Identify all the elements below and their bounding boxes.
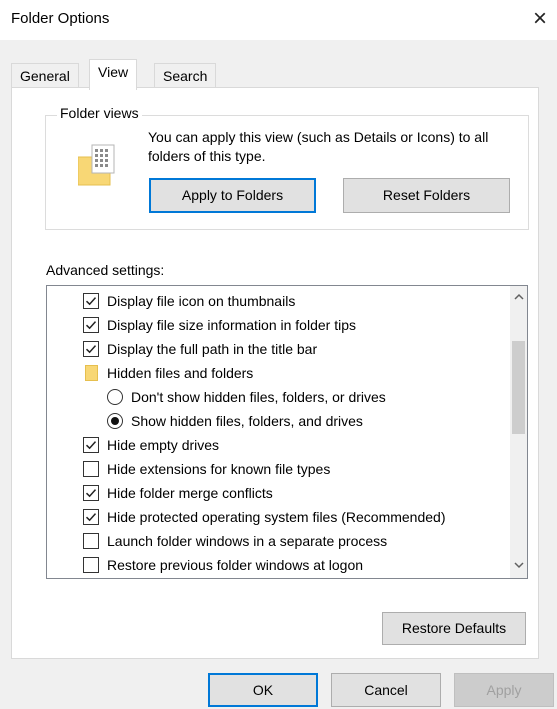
list-item-label: Display file size information in folder … bbox=[107, 317, 356, 333]
folder-views-icon bbox=[77, 143, 122, 187]
list-item[interactable]: Hide protected operating system files (R… bbox=[47, 505, 507, 529]
list-item-label: Show hidden files, folders, and drives bbox=[131, 413, 363, 429]
list-item-label: Display file icon on thumbnails bbox=[107, 293, 296, 309]
checkbox-unchecked[interactable] bbox=[83, 461, 99, 477]
folder-icon bbox=[85, 365, 98, 381]
radio-unselected[interactable] bbox=[107, 389, 123, 405]
checkbox-unchecked[interactable] bbox=[83, 533, 99, 549]
list-item[interactable]: Restore previous folder windows at logon bbox=[47, 553, 507, 577]
list-item-label: Hidden files and folders bbox=[107, 365, 254, 381]
close-icon[interactable]: × bbox=[533, 4, 547, 34]
tab-view[interactable]: View bbox=[89, 59, 138, 90]
tab-general[interactable]: General bbox=[11, 63, 79, 89]
checkbox-checked[interactable] bbox=[83, 485, 99, 501]
list-item[interactable]: Show hidden files, folders, and drives bbox=[47, 409, 507, 433]
restore-defaults-button[interactable]: Restore Defaults bbox=[382, 612, 526, 645]
advanced-settings-list[interactable]: Display file icon on thumbnails Display … bbox=[46, 285, 528, 579]
checkbox-checked[interactable] bbox=[83, 293, 99, 309]
list-item[interactable]: Display file icon on thumbnails bbox=[47, 289, 507, 313]
list-item-label: Hide empty drives bbox=[107, 437, 220, 453]
list-item-label: Hide folder merge conflicts bbox=[107, 485, 273, 501]
scrollbar-thumb[interactable] bbox=[512, 341, 525, 434]
list-item[interactable]: Hide extensions for known file types bbox=[47, 457, 507, 481]
chevron-up-icon[interactable] bbox=[510, 290, 527, 307]
tab-search[interactable]: Search bbox=[154, 63, 217, 89]
list-item[interactable]: Don't show hidden files, folders, or dri… bbox=[47, 385, 507, 409]
checkbox-checked[interactable] bbox=[83, 341, 99, 357]
list-item-label: Launch folder windows in a separate proc… bbox=[107, 533, 388, 549]
list-item[interactable]: Hide folder merge conflicts bbox=[47, 481, 507, 505]
list-item[interactable]: Display file size information in folder … bbox=[47, 313, 507, 337]
list-item-label: Restore previous folder windows at logon bbox=[107, 557, 364, 573]
checkbox-checked[interactable] bbox=[83, 509, 99, 525]
radio-selected[interactable] bbox=[107, 413, 123, 429]
chevron-down-icon[interactable] bbox=[510, 558, 527, 575]
checkbox-unchecked[interactable] bbox=[83, 557, 99, 573]
list-item-label: Hide extensions for known file types bbox=[107, 461, 331, 477]
folder-views-legend: Folder views bbox=[57, 105, 142, 121]
list-item[interactable]: Launch folder windows in a separate proc… bbox=[47, 529, 507, 553]
apply-to-folders-button[interactable]: Apply to Folders bbox=[149, 178, 316, 213]
list-item-label: Hide protected operating system files (R… bbox=[107, 509, 446, 525]
list-item-label: Don't show hidden files, folders, or dri… bbox=[131, 389, 386, 405]
list-scrollbar[interactable] bbox=[510, 286, 527, 578]
checkbox-checked[interactable] bbox=[83, 317, 99, 333]
folder-views-description: You can apply this view (such as Details… bbox=[148, 129, 489, 164]
list-item-group-header: Hidden files and folders bbox=[47, 361, 507, 385]
ok-button[interactable]: OK bbox=[208, 673, 318, 707]
list-item[interactable]: Hide empty drives bbox=[47, 433, 507, 457]
checkbox-checked[interactable] bbox=[83, 437, 99, 453]
advanced-settings-label: Advanced settings: bbox=[46, 262, 165, 278]
list-item-label: Display the full path in the title bar bbox=[107, 341, 318, 357]
list-item[interactable]: Display the full path in the title bar bbox=[47, 337, 507, 361]
apply-button: Apply bbox=[454, 673, 554, 707]
cancel-button[interactable]: Cancel bbox=[331, 673, 441, 707]
title-bar: Folder Options × bbox=[0, 0, 557, 40]
reset-folders-button[interactable]: Reset Folders bbox=[343, 178, 510, 213]
window-title: Folder Options bbox=[11, 10, 110, 27]
